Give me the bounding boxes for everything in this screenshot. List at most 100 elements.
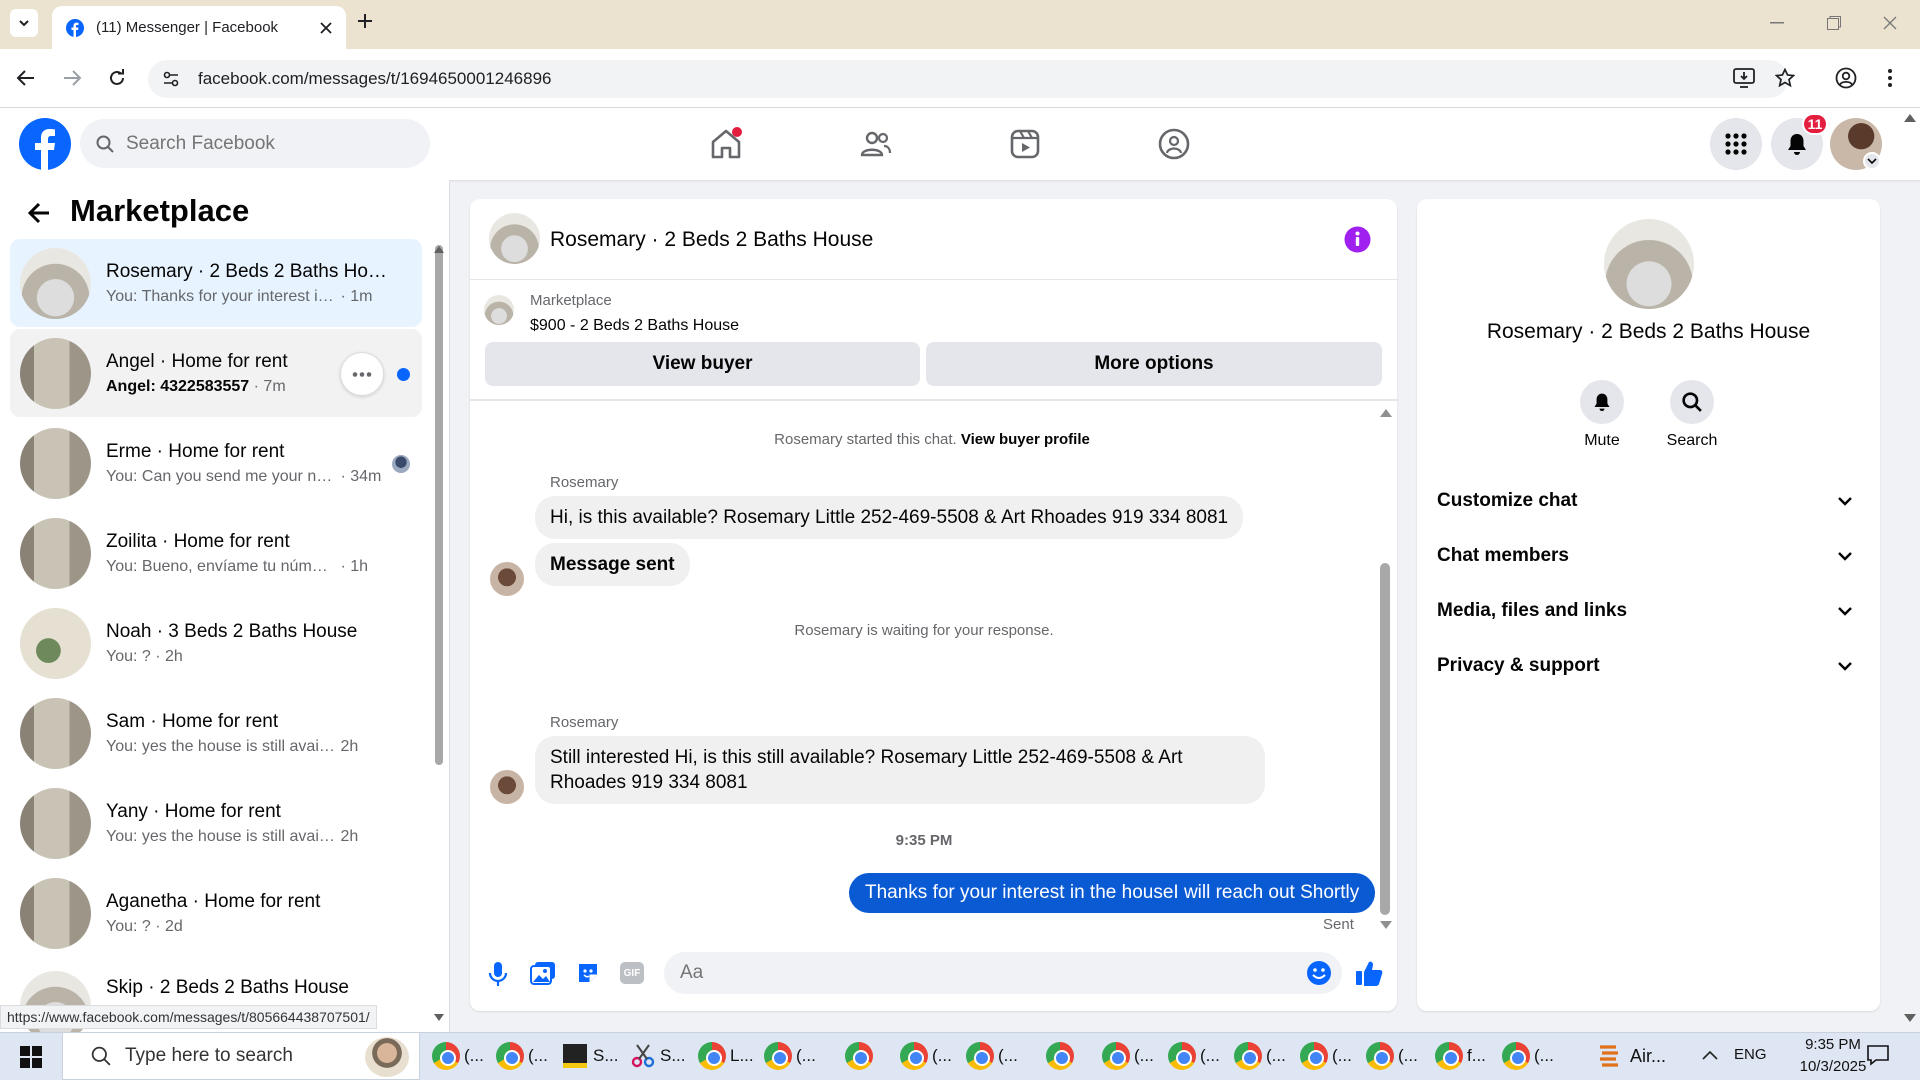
taskbar-app-chrome[interactable]: (... <box>496 1036 548 1076</box>
voice-clip-icon[interactable] <box>488 961 508 987</box>
conversation-item[interactable]: Aganetha · Home for rent You: ? · 2d <box>10 869 422 957</box>
nav-video-icon[interactable] <box>999 118 1051 170</box>
conversation-item[interactable]: Yany · Home for rent You: yes the house … <box>10 779 422 867</box>
close-tab-icon[interactable] <box>320 21 332 34</box>
conversation-item[interactable]: Rosemary · 2 Beds 2 Baths House You: Tha… <box>10 239 422 327</box>
conversation-preview: You: yes the house is still available f.… <box>106 827 359 845</box>
facebook-search[interactable] <box>80 119 430 168</box>
taskbar-search[interactable]: Type here to search <box>62 1032 420 1080</box>
listing-detail[interactable]: $900 - 2 Beds 2 Baths House <box>530 317 739 335</box>
privacy-support-section[interactable]: Privacy & support <box>1437 644 1862 688</box>
browser-menu-icon[interactable] <box>1887 68 1893 88</box>
tab-list-dropdown-icon[interactable] <box>10 9 38 37</box>
message-input[interactable] <box>680 962 1260 984</box>
site-info-icon[interactable] <box>162 70 180 88</box>
nav-friends-icon[interactable] <box>850 118 902 170</box>
sidebar-scrollbar[interactable] <box>435 245 443 765</box>
taskbar-time[interactable]: 9:35 PM <box>1790 1036 1876 1053</box>
chat-members-section[interactable]: Chat members <box>1437 534 1862 578</box>
like-thumb-icon[interactable] <box>1355 959 1383 987</box>
notification-center-icon[interactable] <box>1866 1044 1890 1066</box>
menu-grid-button[interactable] <box>1710 118 1762 170</box>
sent-status: Sent <box>1323 916 1354 933</box>
page-scroll-down-icon[interactable] <box>1904 1014 1916 1022</box>
conversation-item[interactable]: Zoilita · Home for rent You: Bueno, enví… <box>10 509 422 597</box>
outgoing-message-bubble[interactable]: Thanks for your interest in the houseI w… <box>849 873 1376 913</box>
search-input[interactable] <box>126 132 406 155</box>
info-icon[interactable] <box>1344 226 1371 253</box>
taskbar-app-chrome[interactable] <box>1046 1036 1078 1076</box>
back-arrow-icon[interactable] <box>27 202 51 224</box>
facebook-logo-icon[interactable] <box>19 118 71 170</box>
more-options-button[interactable]: More options <box>926 342 1382 386</box>
taskbar-app-chrome[interactable]: L... <box>698 1036 754 1076</box>
windows-start-icon[interactable] <box>20 1046 42 1068</box>
info-avatar[interactable] <box>1604 219 1694 309</box>
conversation-item[interactable]: Sam · Home for rent You: yes the house i… <box>10 689 422 777</box>
chat-scroll-down-icon[interactable] <box>1380 921 1392 929</box>
account-chevron-icon[interactable] <box>1863 152 1881 170</box>
chat-scrollbar[interactable] <box>1380 563 1390 915</box>
profile-icon[interactable] <box>1835 67 1857 89</box>
tray-chevron-up-icon[interactable] <box>1702 1050 1718 1060</box>
view-buyer-profile-link[interactable]: View buyer profile <box>961 431 1090 448</box>
taskbar-app-chrome[interactable] <box>845 1036 877 1076</box>
install-app-icon[interactable] <box>1733 68 1755 88</box>
page-scroll-up-icon[interactable] <box>1904 114 1916 122</box>
language-indicator[interactable]: ENG <box>1734 1046 1767 1063</box>
media-files-links-section[interactable]: Media, files and links <box>1437 589 1862 633</box>
bookmark-star-icon[interactable] <box>1775 68 1795 88</box>
view-buyer-button[interactable]: View buyer <box>485 342 920 386</box>
chat-scroll-up-icon[interactable] <box>1380 409 1392 417</box>
taskbar-app-chrome[interactable]: (... <box>1102 1036 1154 1076</box>
mute-button[interactable] <box>1578 380 1626 424</box>
taskbar-app-chrome[interactable]: f... <box>1435 1036 1486 1076</box>
sidebar-scroll-up-icon[interactable] <box>434 246 444 253</box>
chat-avatar[interactable] <box>489 213 540 264</box>
close-window-icon[interactable] <box>1883 16 1897 30</box>
chrome-icon <box>1168 1042 1196 1070</box>
taskbar-date[interactable]: 10/3/2025 <box>1790 1058 1876 1075</box>
minimize-window-icon[interactable] <box>1770 22 1784 24</box>
browser-tab-messenger[interactable]: (11) Messenger | Facebook <box>52 6 346 49</box>
taskbar-app-chrome[interactable]: (... <box>764 1036 816 1076</box>
attach-photo-icon[interactable] <box>530 961 556 985</box>
nav-home-icon[interactable] <box>700 118 752 170</box>
gif-icon[interactable]: GIF <box>620 962 644 984</box>
listing-thumbnail <box>20 697 91 769</box>
taskbar-app-chrome[interactable]: (... <box>900 1036 952 1076</box>
restore-window-icon[interactable] <box>1827 16 1841 30</box>
conversation-item[interactable]: Erme · Home for rent You: Can you send m… <box>10 419 422 507</box>
new-tab-icon[interactable] <box>356 12 374 30</box>
forward-arrow-icon[interactable] <box>62 68 82 88</box>
waiting-notice: Rosemary is waiting for your response. <box>794 622 1054 639</box>
customize-chat-section[interactable]: Customize chat <box>1437 479 1862 523</box>
taskbar-app-sticky-notes[interactable]: S... <box>563 1036 619 1076</box>
taskbar-weather-widget[interactable]: Air... <box>1598 1036 1666 1076</box>
back-arrow-icon[interactable] <box>16 68 36 88</box>
message-bubble[interactable]: Message sent <box>535 543 690 586</box>
nav-groups-icon[interactable] <box>1148 118 1200 170</box>
taskbar-app-snipping[interactable]: S... <box>630 1036 686 1076</box>
sticker-icon[interactable] <box>576 961 600 985</box>
address-bar[interactable]: facebook.com/messages/t/1694650001246896 <box>148 60 1788 98</box>
taskbar-app-chrome[interactable]: (... <box>966 1036 1018 1076</box>
search-icon <box>1682 392 1702 412</box>
conversation-options-button[interactable] <box>340 352 384 396</box>
conversation-item[interactable]: Noah · 3 Beds 2 Baths House You: ? · 2h <box>10 599 422 687</box>
search-conversation-button[interactable] <box>1668 380 1716 424</box>
taskbar-app-chrome[interactable]: (... <box>1502 1036 1554 1076</box>
listing-thumbnail <box>20 337 91 409</box>
emoji-icon[interactable] <box>1306 960 1332 986</box>
message-bubble[interactable]: Still interested Hi, is this still avail… <box>535 736 1265 804</box>
taskbar-app-chrome[interactable]: (... <box>1168 1036 1220 1076</box>
taskbar-app-chrome[interactable]: (... <box>1234 1036 1286 1076</box>
reload-icon[interactable] <box>107 68 127 88</box>
message-bubble[interactable]: Hi, is this available? Rosemary Little 2… <box>535 496 1244 539</box>
search-highlight-image <box>365 1037 409 1077</box>
message-composer[interactable] <box>664 952 1342 994</box>
sidebar-scroll-down-icon[interactable] <box>434 1014 444 1021</box>
taskbar-app-chrome[interactable]: (... <box>1366 1036 1418 1076</box>
taskbar-app-chrome[interactable]: (... <box>1300 1036 1352 1076</box>
taskbar-app-chrome[interactable]: (... <box>432 1036 484 1076</box>
